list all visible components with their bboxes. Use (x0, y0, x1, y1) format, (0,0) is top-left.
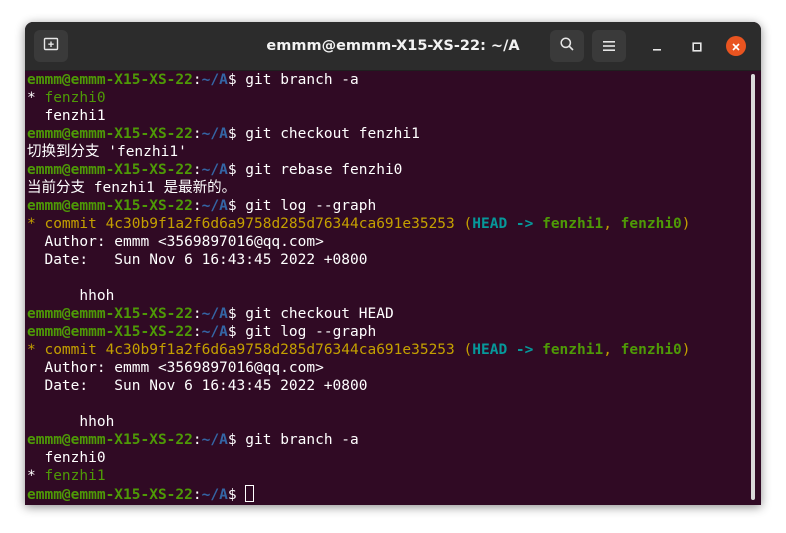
output-line: fenzhi1 (27, 108, 106, 124)
command-text: git branch -a (245, 432, 359, 448)
command-text: git branch -a (245, 72, 359, 88)
prompt-path: ~/A (201, 487, 228, 503)
command-text: git checkout fenzhi1 (245, 126, 420, 142)
ref-close-paren: ) (681, 216, 691, 232)
ref-open-paren: ( (454, 216, 473, 232)
text-cursor[interactable] (245, 485, 255, 502)
prompt-dollar: $ (227, 432, 246, 448)
vertical-scrollbar[interactable] (751, 74, 755, 500)
log-date-line: Date: Sun Nov 6 16:43:45 2022 +0800 (27, 252, 368, 268)
head-ref: HEAD -> (472, 342, 543, 358)
prompt-path: ~/A (201, 432, 228, 448)
close-icon (731, 37, 741, 56)
terminal-output[interactable]: emmm@emmm-X15-XS-22:~/A$ git branch -a *… (25, 71, 749, 505)
prompt-dollar: $ (227, 162, 246, 178)
prompt-line: emmm@emmm-X15-XS-22:~/A$ git branch -a (27, 71, 749, 89)
log-author-line: Author: emmm <3569897016@qq.com> (27, 234, 324, 250)
prompt-dollar: $ (227, 306, 246, 322)
prompt-path: ~/A (201, 126, 228, 142)
log-author-line: Author: emmm <3569897016@qq.com> (27, 360, 324, 376)
prompt-line: emmm@emmm-X15-XS-22:~/A$ git rebase fenz… (27, 161, 749, 179)
prompt-colon: : (192, 487, 202, 503)
prompt-user-host: emmm@emmm-X15-XS-22 (27, 162, 193, 178)
log-message-line: hhoh (27, 288, 115, 304)
prompt-user-host: emmm@emmm-X15-XS-22 (27, 324, 193, 340)
current-branch-name: fenzhi1 (44, 468, 106, 484)
prompt-line: emmm@emmm-X15-XS-22:~/A$ git checkout HE… (27, 305, 749, 323)
prompt-colon: : (192, 162, 202, 178)
prompt-user-host: emmm@emmm-X15-XS-22 (27, 126, 193, 142)
menu-button[interactable] (592, 30, 626, 62)
prompt-path: ~/A (201, 306, 228, 322)
prompt-path: ~/A (201, 162, 228, 178)
output-line: 切换到分支 'fenzhi1' (27, 144, 187, 160)
prompt-colon: : (192, 72, 202, 88)
minimize-button[interactable] (648, 37, 666, 55)
branch-ref: fenzhi0 (620, 216, 682, 232)
current-branch-marker: * (27, 468, 45, 484)
command-text: git rebase fenzhi0 (245, 162, 403, 178)
graph-marker: * (27, 342, 45, 358)
branch-ref: fenzhi1 (542, 216, 604, 232)
prompt-dollar: $ (227, 198, 246, 214)
maximize-icon (692, 37, 702, 56)
current-branch-marker: * (27, 90, 45, 106)
prompt-line: emmm@emmm-X15-XS-22:~/A$ git log --graph (27, 197, 749, 215)
prompt-colon: : (192, 198, 202, 214)
prompt-colon: : (192, 306, 202, 322)
prompt-colon: : (192, 126, 202, 142)
output-line: * fenzhi0 (27, 89, 749, 107)
command-text: git log --graph (245, 198, 377, 214)
log-message-line: hhoh (27, 414, 115, 430)
graph-marker: * (27, 216, 45, 232)
output-line: * fenzhi1 (27, 467, 749, 485)
prompt-dollar: $ (227, 72, 246, 88)
command-text: git checkout HEAD (245, 306, 394, 322)
maximize-button[interactable] (688, 37, 706, 55)
prompt-line: emmm@emmm-X15-XS-22:~/A$ (27, 485, 749, 503)
ref-open-paren: ( (454, 342, 473, 358)
title-bar: emmm@emmm-X15-XS-22: ~/A (25, 22, 761, 71)
output-line: fenzhi0 (27, 450, 106, 466)
terminal-window: emmm@emmm-X15-XS-22: ~/A emmm@emmm-X15-X… (25, 22, 761, 505)
ref-separator: , (603, 342, 621, 358)
prompt-user-host: emmm@emmm-X15-XS-22 (27, 487, 193, 503)
current-branch-name: fenzhi0 (44, 90, 106, 106)
prompt-path: ~/A (201, 72, 228, 88)
hamburger-menu-icon (602, 37, 616, 56)
branch-ref: fenzhi0 (620, 342, 682, 358)
prompt-path: ~/A (201, 198, 228, 214)
prompt-line: emmm@emmm-X15-XS-22:~/A$ git log --graph (27, 323, 749, 341)
commit-hash: commit 4c30b9f1a2f6d6a9758d285d76344ca69… (44, 216, 455, 232)
command-text: git log --graph (245, 324, 377, 340)
head-ref: HEAD -> (472, 216, 543, 232)
prompt-user-host: emmm@emmm-X15-XS-22 (27, 432, 193, 448)
prompt-line: emmm@emmm-X15-XS-22:~/A$ git branch -a (27, 431, 749, 449)
prompt-colon: : (192, 432, 202, 448)
branch-ref: fenzhi1 (542, 342, 604, 358)
commit-hash: commit 4c30b9f1a2f6d6a9758d285d76344ca69… (44, 342, 455, 358)
ref-close-paren: ) (681, 342, 691, 358)
log-commit-line: * commit 4c30b9f1a2f6d6a9758d285d76344ca… (27, 341, 749, 359)
prompt-dollar: $ (227, 324, 246, 340)
prompt-user-host: emmm@emmm-X15-XS-22 (27, 198, 193, 214)
log-commit-line: * commit 4c30b9f1a2f6d6a9758d285d76344ca… (27, 215, 749, 233)
prompt-path: ~/A (201, 324, 228, 340)
prompt-user-host: emmm@emmm-X15-XS-22 (27, 306, 193, 322)
prompt-dollar: $ (227, 487, 246, 503)
minimize-icon (652, 37, 662, 56)
output-line: 当前分支 fenzhi1 是最新的。 (27, 180, 237, 196)
search-button[interactable] (550, 30, 584, 62)
prompt-user-host: emmm@emmm-X15-XS-22 (27, 72, 193, 88)
prompt-dollar: $ (227, 126, 246, 142)
prompt-line: emmm@emmm-X15-XS-22:~/A$ git checkout fe… (27, 125, 749, 143)
prompt-colon: : (192, 324, 202, 340)
ref-separator: , (603, 216, 621, 232)
close-button[interactable] (726, 36, 746, 56)
search-icon (559, 36, 575, 56)
log-date-line: Date: Sun Nov 6 16:43:45 2022 +0800 (27, 378, 368, 394)
